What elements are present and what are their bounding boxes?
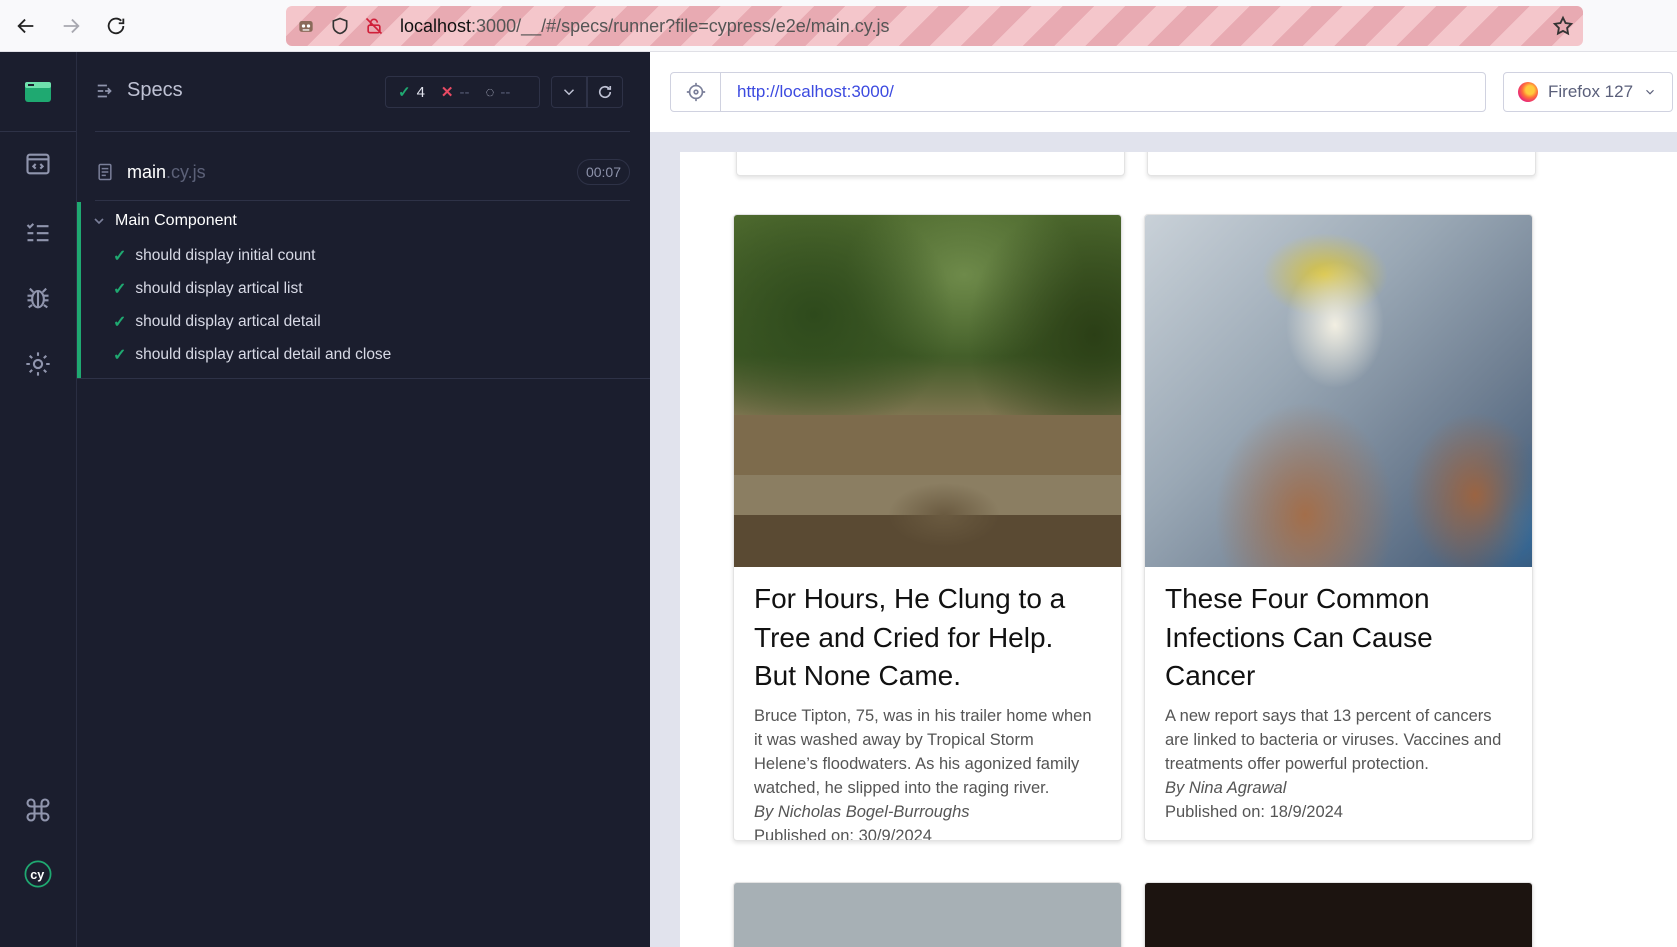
divider [95,131,630,132]
aut-url-text: http://localhost:3000/ [737,82,894,101]
shield-icon[interactable] [326,12,354,40]
address-text: localhost:3000/__/#/specs/runner?file=cy… [400,15,890,36]
pending-circle-icon: ◌ [485,83,495,101]
reporter-panel: Specs ✓ 4 ✕ -- ◌ -- main .cy.js 00:07 Ma… [77,52,650,947]
article-body: For Hours, He Clung to a Tree and Cried … [754,580,1101,841]
cypress-app-icon [25,81,51,102]
divider [95,200,630,201]
article-author: By Nicholas Bogel-Burroughs [754,802,970,821]
sidebar-nav: cy [0,52,77,947]
reporter-header: Specs ✓ 4 ✕ -- ◌ -- [77,52,650,132]
pass-check-icon: ✓ [113,248,127,265]
article-image [1145,215,1532,567]
test-item[interactable]: ✓ should display artical list [113,279,303,299]
browser-name: Firefox 127 [1548,82,1634,101]
cross-icon: ✕ [440,84,454,101]
article-card[interactable] [1147,152,1536,176]
article-card[interactable] [1144,882,1533,947]
app-viewport: For Hours, He Clung to a Tree and Cried … [680,152,1677,947]
check-icon: ✓ [398,84,411,101]
insecure-lock-icon[interactable] [360,12,388,40]
bookmark-star-icon[interactable] [1549,12,1577,40]
article-body: These Four Common Infections Can Cause C… [1165,580,1512,824]
test-item[interactable]: ✓ should display initial count [113,246,316,266]
suite-title-row[interactable]: Main Component [93,212,237,230]
specs-menu-icon [97,84,112,97]
article-date: Published on: 18/9/2024 [1165,802,1343,821]
article-card[interactable] [736,152,1125,176]
suite-title: Main Component [115,212,237,229]
selector-playground-button[interactable] [671,73,721,111]
article-image [734,215,1121,567]
crosshair-icon [686,82,705,102]
keyboard-shortcuts-icon[interactable] [18,790,58,830]
specs-list-icon[interactable] [18,144,58,184]
spec-file-name: main [127,161,167,182]
article-card[interactable]: These Four Common Infections Can Cause C… [1144,214,1533,841]
specs-toggle-button[interactable]: Specs [95,79,183,102]
chevron-down-icon [563,89,575,96]
article-date: Published on: 30/9/2024 [754,826,932,841]
article-card[interactable]: For Hours, He Clung to a Tree and Cried … [733,214,1122,841]
spec-file-ext: .cy.js [166,161,206,182]
back-icon[interactable] [10,10,42,42]
app-logo[interactable] [0,52,76,132]
reload-icon[interactable] [100,10,132,42]
collapse-all-button[interactable] [551,76,587,108]
spec-file-header[interactable]: main .cy.js 00:07 [95,152,630,192]
test-item[interactable]: ✓ should display artical detail and close [113,345,391,365]
runs-icon[interactable] [18,212,58,252]
settings-gear-icon[interactable] [18,344,58,384]
article-description: A new report says that 13 percent of can… [1165,706,1502,773]
document-icon [98,163,112,181]
test-suite: Main Component ✓ should display initial c… [77,202,650,379]
suite-pass-indicator [77,202,81,378]
test-item[interactable]: ✓ should display artical detail [113,312,321,332]
browser-selector[interactable]: Firefox 127 [1503,72,1673,112]
article-author: By Nina Agrawal [1165,778,1287,797]
specs-label: Specs [127,79,183,101]
pass-check-icon: ✓ [113,347,127,364]
aut-url-bar[interactable]: http://localhost:3000/ [670,72,1486,112]
cypress-logo-icon[interactable]: cy [16,852,60,896]
pass-check-icon: ✓ [113,281,127,298]
failed-stat: ✕ -- [440,83,470,102]
aut-header: http://localhost:3000/ Firefox 127 [650,52,1677,132]
forward-icon[interactable] [55,10,87,42]
browser-toolbar: localhost:3000/__/#/specs/runner?file=cy… [0,0,1677,52]
article-card[interactable] [733,882,1122,947]
article-title: These Four Common Infections Can Cause C… [1165,583,1433,691]
address-bar[interactable]: localhost:3000/__/#/specs/runner?file=cy… [286,6,1583,46]
article-description: Bruce Tipton, 75, was in his trailer hom… [754,706,1092,797]
robot-icon [292,12,320,40]
debug-bug-icon[interactable] [18,278,58,318]
aut-area: http://localhost:3000/ Firefox 127 For H… [650,52,1677,947]
article-title: For Hours, He Clung to a Tree and Cried … [754,583,1066,691]
firefox-icon [1518,82,1538,102]
rerun-button[interactable] [587,76,623,108]
svg-text:cy: cy [30,868,44,882]
duration-badge: 00:07 [576,159,630,185]
chevron-down-icon [94,218,104,225]
test-stats: ✓ 4 ✕ -- ◌ -- [385,76,540,108]
passed-stat: ✓ 4 [398,83,425,102]
chevron-down-icon [1646,89,1654,95]
pass-check-icon: ✓ [113,314,127,331]
pending-stat: ◌ -- [485,83,511,101]
rerun-icon [598,85,612,99]
